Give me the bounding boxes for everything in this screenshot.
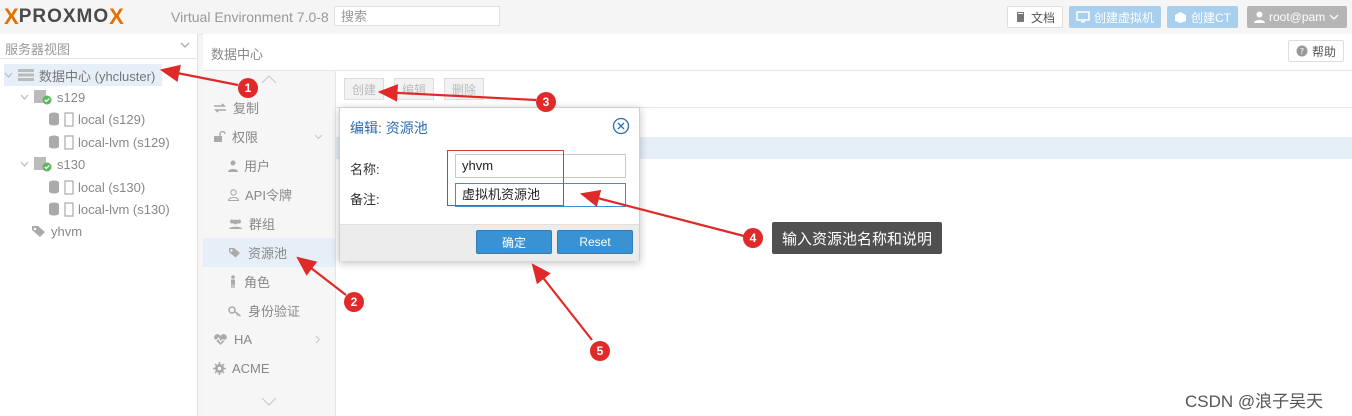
step-badge-3: 3: [536, 92, 556, 112]
arrow-4: [579, 189, 745, 238]
arrow-2: [296, 256, 347, 296]
annotation-tooltip: 输入资源池名称和说明: [772, 222, 943, 254]
watermark: CSDN @浪子吴天: [1185, 392, 1324, 411]
arrow-3: [377, 84, 537, 102]
step-badge-4: 4: [743, 228, 763, 248]
step-badge-2: 2: [344, 292, 364, 312]
arrow-5: [531, 263, 593, 341]
step-badge-5: 5: [590, 341, 610, 361]
arrow-1: [159, 64, 239, 87]
step-badge-1: 1: [238, 78, 258, 98]
annotation-arrows: [159, 64, 745, 341]
